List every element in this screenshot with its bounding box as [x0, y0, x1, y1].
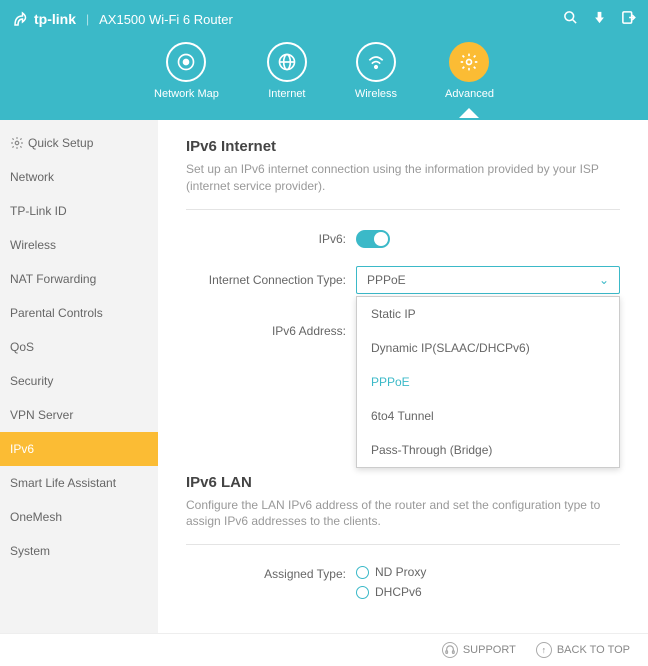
- sidebar-item-label: OneMesh: [10, 510, 62, 524]
- section-desc-lan: Configure the LAN IPv6 address of the ro…: [186, 497, 620, 546]
- sidebar-item-label: TP-Link ID: [10, 204, 67, 218]
- conn-type-dropdown: Static IP Dynamic IP(SLAAC/DHCPv6) PPPoE…: [356, 296, 620, 468]
- radio-label: DHCPv6: [375, 585, 422, 599]
- logo-icon: [12, 10, 30, 28]
- footer-label: SUPPORT: [463, 644, 516, 656]
- radio-icon: [356, 586, 369, 599]
- dropdown-option-6to4[interactable]: 6to4 Tunnel: [357, 399, 619, 433]
- internet-icon: [267, 42, 307, 82]
- tab-label: Advanced: [445, 88, 494, 100]
- product-name: AX1500 Wi-Fi 6 Router: [99, 12, 233, 27]
- divider: |: [86, 12, 89, 26]
- sidebar-item-parental[interactable]: Parental Controls: [0, 296, 158, 330]
- back-to-top-button[interactable]: ↑ BACK TO TOP: [536, 642, 630, 658]
- dropdown-option-passthrough[interactable]: Pass-Through (Bridge): [357, 433, 619, 467]
- sidebar-item-label: Parental Controls: [10, 306, 103, 320]
- search-icon[interactable]: [563, 10, 578, 28]
- sidebar-item-ipv6[interactable]: IPv6: [0, 432, 158, 466]
- section-title-ipv6-lan: IPv6 LAN: [186, 474, 620, 491]
- sidebar-item-label: Network: [10, 170, 54, 184]
- conn-type-select[interactable]: PPPoE ⌄: [356, 266, 620, 294]
- dropdown-option-dynamic[interactable]: Dynamic IP(SLAAC/DHCPv6): [357, 331, 619, 365]
- sidebar-item-label: QoS: [10, 340, 34, 354]
- wireless-icon: [356, 42, 396, 82]
- sidebar-item-security[interactable]: Security: [0, 364, 158, 398]
- sidebar-item-quick-setup[interactable]: Quick Setup: [0, 126, 158, 160]
- content: IPv6 Internet Set up an IPv6 internet co…: [158, 120, 648, 633]
- sidebar-item-label: Smart Life Assistant: [10, 476, 116, 490]
- sidebar-item-vpn[interactable]: VPN Server: [0, 398, 158, 432]
- chevron-down-icon: ⌄: [599, 273, 609, 287]
- sidebar-item-label: Quick Setup: [28, 136, 93, 150]
- radio-icon: [356, 566, 369, 579]
- sidebar-item-label: System: [10, 544, 50, 558]
- header: tp-link | AX1500 Wi-Fi 6 Router Network …: [0, 0, 648, 120]
- dropdown-option-pppoe[interactable]: PPPoE: [357, 365, 619, 399]
- sidebar-item-wireless[interactable]: Wireless: [0, 228, 158, 262]
- radio-dhcpv6[interactable]: DHCPv6: [356, 585, 426, 599]
- sidebar-item-qos[interactable]: QoS: [0, 330, 158, 364]
- sidebar-item-label: IPv6: [10, 442, 34, 456]
- support-icon: [442, 642, 458, 658]
- tab-network-map[interactable]: Network Map: [154, 42, 219, 100]
- dropdown-option-static[interactable]: Static IP: [357, 297, 619, 331]
- conn-type-value: PPPoE: [367, 273, 406, 287]
- sidebar-item-tplink-id[interactable]: TP-Link ID: [0, 194, 158, 228]
- upgrade-icon[interactable]: [592, 10, 607, 28]
- ipv6-toggle[interactable]: [356, 230, 390, 248]
- sidebar-item-network[interactable]: Network: [0, 160, 158, 194]
- sidebar-item-system[interactable]: System: [0, 534, 158, 568]
- sidebar-item-label: Security: [10, 374, 53, 388]
- advanced-icon: [449, 42, 489, 82]
- sidebar: Quick Setup Network TP-Link ID Wireless …: [0, 120, 158, 633]
- assigned-type-label: Assigned Type:: [186, 565, 356, 581]
- tab-wireless[interactable]: Wireless: [355, 42, 397, 100]
- section-desc: Set up an IPv6 internet connection using…: [186, 161, 620, 210]
- sidebar-item-label: Wireless: [10, 238, 56, 252]
- tab-label: Wireless: [355, 88, 397, 100]
- sidebar-item-label: NAT Forwarding: [10, 272, 96, 286]
- brand-logo: tp-link: [12, 10, 76, 28]
- ipv6-address-label: IPv6 Address:: [186, 324, 356, 338]
- radio-nd-proxy[interactable]: ND Proxy: [356, 565, 426, 579]
- tab-advanced[interactable]: Advanced: [445, 42, 494, 100]
- brand-text: tp-link: [34, 11, 76, 27]
- gear-icon: [10, 136, 24, 150]
- footer-label: BACK TO TOP: [557, 644, 630, 656]
- sidebar-item-onemesh[interactable]: OneMesh: [0, 500, 158, 534]
- footer: SUPPORT ↑ BACK TO TOP: [0, 633, 648, 666]
- sidebar-item-nat[interactable]: NAT Forwarding: [0, 262, 158, 296]
- header-actions: [563, 10, 636, 28]
- sidebar-item-smartlife[interactable]: Smart Life Assistant: [0, 466, 158, 500]
- network-map-icon: [166, 42, 206, 82]
- conn-type-label: Internet Connection Type:: [186, 273, 356, 287]
- support-button[interactable]: SUPPORT: [442, 642, 516, 658]
- main-tabs: Network Map Internet Wireless Advanced: [0, 42, 648, 100]
- arrow-up-icon: ↑: [536, 642, 552, 658]
- tab-label: Network Map: [154, 88, 219, 100]
- section-title-ipv6-internet: IPv6 Internet: [186, 138, 620, 155]
- logout-icon[interactable]: [621, 10, 636, 28]
- radio-label: ND Proxy: [375, 565, 426, 579]
- tab-label: Internet: [268, 88, 305, 100]
- ipv6-toggle-label: IPv6:: [186, 232, 356, 246]
- tab-internet[interactable]: Internet: [267, 42, 307, 100]
- sidebar-item-label: VPN Server: [10, 408, 73, 422]
